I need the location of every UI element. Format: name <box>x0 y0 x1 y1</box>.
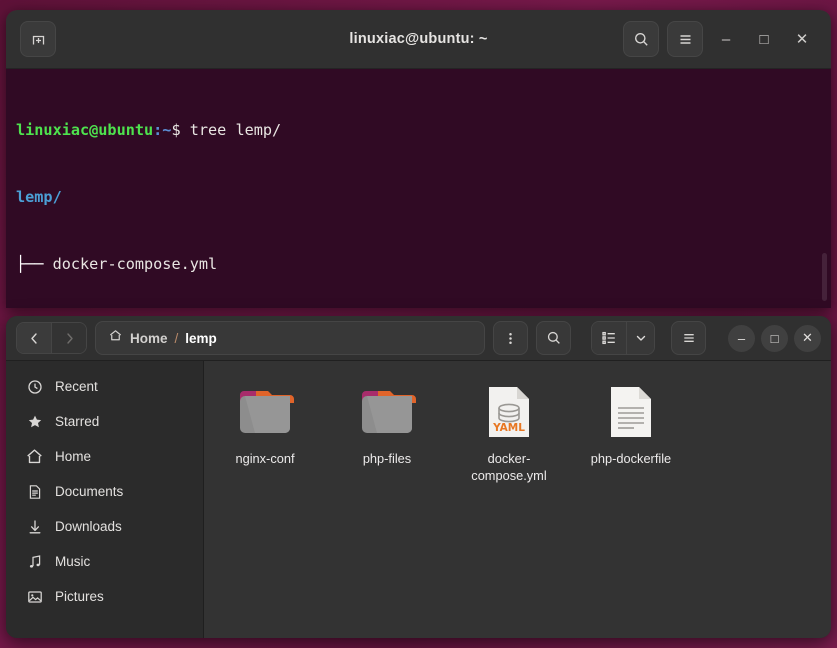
sidebar-item-label: Home <box>55 449 92 464</box>
view-mode-group <box>591 321 655 355</box>
list-view-icon[interactable] <box>592 322 626 354</box>
three-dot-menu-icon[interactable] <box>493 321 528 355</box>
sidebar-item-music[interactable]: Music <box>6 544 203 579</box>
terminal-line-entry: ├── docker-compose.yml <box>16 254 218 273</box>
picture-icon <box>26 588 43 605</box>
sidebar-item-home[interactable]: Home <box>6 439 203 474</box>
hamburger-menu-icon[interactable] <box>671 321 706 355</box>
file-item-php-dockerfile[interactable]: php-dockerfile <box>570 377 692 484</box>
yaml-file-icon: YAML <box>478 381 540 443</box>
search-icon[interactable] <box>536 321 571 355</box>
file-manager-body: Recent Starred Home Documents Downloads … <box>6 361 831 638</box>
prompt-path: :~ <box>153 121 172 140</box>
terminal-line-command: linuxiac@ubuntu:~$ tree lemp/ <box>16 119 831 141</box>
forward-button[interactable] <box>51 323 86 353</box>
terminal-window-controls: – □ ✕ <box>623 21 831 57</box>
chevron-down-icon[interactable] <box>626 322 654 354</box>
sidebar-item-label: Music <box>55 554 91 569</box>
file-item-label: php-files <box>362 451 412 466</box>
prompt-user-host: linuxiac@ubuntu <box>16 121 154 140</box>
home-icon <box>108 328 123 348</box>
files-close-button[interactable]: ✕ <box>794 324 821 352</box>
terminal-close-button[interactable]: ✕ <box>787 24 817 54</box>
breadcrumb[interactable]: Home / lemp <box>95 321 485 355</box>
sidebar-item-label: Recent <box>55 379 98 394</box>
search-icon[interactable] <box>623 21 659 57</box>
home-icon <box>26 448 43 465</box>
breadcrumb-separator: / <box>174 330 179 346</box>
file-item-nginx-conf[interactable]: nginx-conf <box>204 377 326 484</box>
file-manager-headerbar[interactable]: Home / lemp – □ ✕ <box>6 316 831 361</box>
folder-icon <box>234 381 296 443</box>
back-button[interactable] <box>17 323 51 353</box>
download-arrow-icon <box>26 518 43 535</box>
music-note-icon <box>26 553 43 570</box>
sidebar-item-label: Documents <box>55 484 124 499</box>
breadcrumb-item-lemp[interactable]: lemp <box>185 331 217 346</box>
file-item-label: nginx-conf <box>235 451 295 466</box>
sidebar-item-downloads[interactable]: Downloads <box>6 509 203 544</box>
sidebar-item-label: Downloads <box>55 519 122 534</box>
terminal-maximize-button[interactable]: □ <box>749 24 779 54</box>
clock-icon <box>26 378 43 395</box>
terminal-minimize-button[interactable]: – <box>711 24 741 54</box>
sidebar-item-label: Pictures <box>55 589 104 604</box>
terminal-line-root: lemp/ <box>16 188 62 207</box>
files-minimize-button[interactable]: – <box>728 324 755 352</box>
breadcrumb-item-home[interactable]: Home <box>130 331 168 346</box>
sidebar-item-pictures[interactable]: Pictures <box>6 579 203 614</box>
file-item-label: php-dockerfile <box>590 451 672 466</box>
star-icon <box>26 413 43 430</box>
new-tab-icon[interactable] <box>20 21 56 57</box>
terminal-output-area[interactable]: linuxiac@ubuntu:~$ tree lemp/ lemp/ ├── … <box>6 69 831 308</box>
file-item-label: docker-compose.yml <box>471 451 547 483</box>
text-file-icon <box>600 381 662 443</box>
file-manager-window-controls: – □ ✕ <box>722 324 821 352</box>
files-maximize-button[interactable]: □ <box>761 324 788 352</box>
file-item-docker-compose-yml[interactable]: YAML docker-compose.yml <box>448 377 570 484</box>
file-item-php-files[interactable]: php-files <box>326 377 448 484</box>
hamburger-menu-icon[interactable] <box>667 21 703 57</box>
terminal-scrollbar[interactable] <box>822 253 827 301</box>
terminal-window[interactable]: linuxiac@ubuntu: ~ – □ ✕ linuxiac@ubuntu… <box>6 10 831 308</box>
sidebar-item-recent[interactable]: Recent <box>6 369 203 404</box>
sidebar-item-starred[interactable]: Starred <box>6 404 203 439</box>
prompt-dollar: $ <box>171 121 190 140</box>
sidebar[interactable]: Recent Starred Home Documents Downloads … <box>6 361 204 638</box>
folder-icon <box>356 381 418 443</box>
terminal-titlebar[interactable]: linuxiac@ubuntu: ~ – □ ✕ <box>6 10 831 69</box>
file-grid[interactable]: nginx-conf php-files YAML docker-compose… <box>204 361 831 638</box>
yaml-badge-text: YAML <box>492 422 525 434</box>
terminal-command: tree lemp/ <box>189 121 282 140</box>
document-icon <box>26 483 43 500</box>
file-manager-window[interactable]: Home / lemp – □ ✕ Recent Starred Home Do… <box>6 316 831 638</box>
sidebar-item-documents[interactable]: Documents <box>6 474 203 509</box>
navigation-buttons <box>16 322 87 354</box>
sidebar-item-label: Starred <box>55 414 100 429</box>
